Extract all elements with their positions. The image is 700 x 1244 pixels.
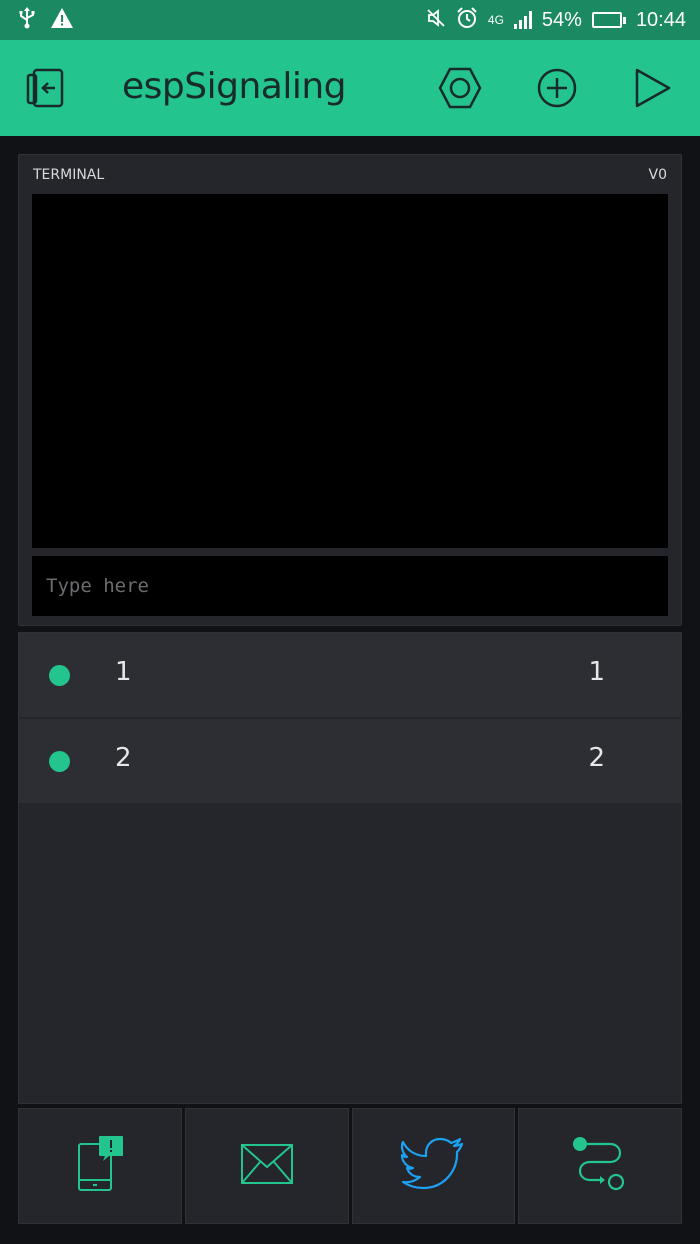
mute-icon — [426, 8, 446, 32]
row-status-dot — [49, 665, 70, 686]
alarm-icon — [456, 7, 478, 33]
row-name: 1 — [115, 657, 132, 687]
table-widget: 1 1 2 2 — [18, 632, 682, 1104]
terminal-output — [32, 194, 668, 548]
status-right: 4G 54% 10:44 — [426, 7, 686, 33]
terminal-input[interactable] — [32, 556, 668, 616]
notification-widget[interactable] — [18, 1108, 182, 1224]
table-row[interactable]: 1 1 — [19, 633, 681, 717]
usb-icon — [18, 7, 36, 33]
row-status-dot — [49, 751, 70, 772]
battery-icon — [591, 12, 626, 28]
bottom-widget-bar — [18, 1108, 682, 1224]
terminal-pin: V0 — [648, 167, 667, 183]
row-name: 2 — [115, 743, 132, 773]
twitter-icon — [401, 1137, 465, 1195]
play-icon[interactable] — [630, 66, 674, 110]
dashboard-canvas: TERMINAL V0 1 1 2 2 — [0, 136, 700, 1244]
email-icon — [240, 1143, 294, 1189]
row-value: 2 — [588, 743, 605, 773]
status-bar: 4G 54% 10:44 — [0, 0, 700, 40]
network-type: 4G — [487, 13, 504, 27]
email-widget[interactable] — [184, 1108, 349, 1224]
app-bar: espSignaling — [0, 40, 700, 136]
eventor-widget[interactable] — [518, 1108, 682, 1224]
exit-icon[interactable] — [24, 66, 70, 112]
add-circle-icon[interactable] — [535, 66, 579, 110]
terminal-label: TERMINAL — [33, 167, 105, 183]
table-row[interactable]: 2 2 — [19, 719, 681, 803]
notification-icon — [75, 1136, 125, 1196]
battery-percent: 54% — [541, 8, 582, 31]
warning-icon — [50, 7, 74, 33]
status-left — [18, 7, 74, 33]
row-value: 1 — [588, 657, 605, 687]
page-title: espSignaling — [122, 66, 347, 107]
hexagon-settings-icon[interactable] — [438, 66, 482, 110]
terminal-widget[interactable]: TERMINAL V0 — [18, 154, 682, 626]
clock: 10:44 — [635, 8, 686, 31]
twitter-widget[interactable] — [351, 1108, 516, 1224]
signal-icon — [513, 11, 532, 29]
eventor-icon — [572, 1136, 628, 1196]
